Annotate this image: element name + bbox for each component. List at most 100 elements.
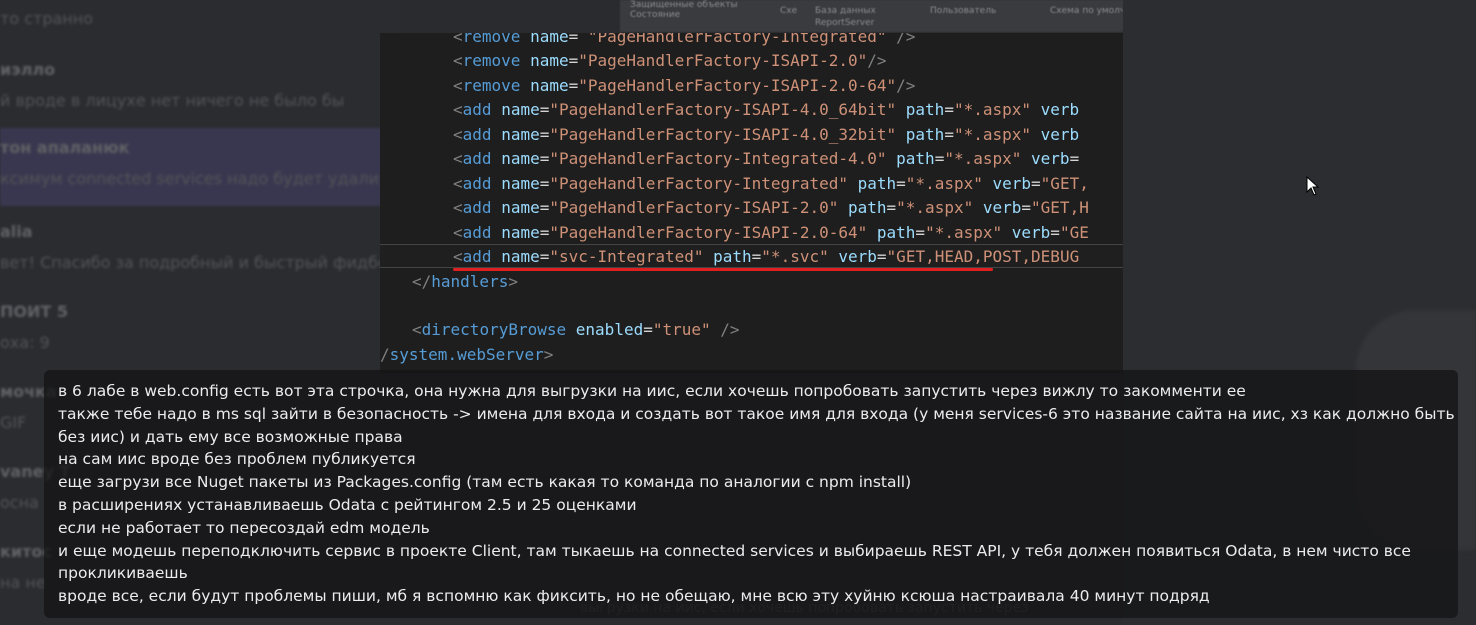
code-token: "PageHandlerFactory-ISAPI-4.0_64bit": [549, 100, 897, 119]
chat-list-item[interactable]: то странно: [0, 0, 400, 48]
code-token: />: [867, 51, 887, 70]
code-token: =: [539, 247, 550, 266]
code-token: "*.aspx": [953, 100, 1032, 119]
code-token: <: [453, 247, 463, 266]
chat-snippet: оха: 9: [0, 333, 50, 352]
chat-list-item[interactable]: тон апаланюк ксимум connected services на…: [0, 128, 400, 206]
code-token: <: [453, 51, 463, 70]
code-line: <add name="PageHandlerFactory-Integrated…: [453, 147, 1079, 171]
code-token: path: [876, 223, 916, 242]
code-token: =: [539, 174, 550, 193]
code-token: path: [847, 198, 887, 217]
code-line: <remove name= "PageHandlerFactory-Integr…: [453, 33, 915, 49]
code-token: "*.aspx": [925, 223, 1003, 242]
code-line: <add name="PageHandlerFactory-ISAPI-2.0"…: [453, 196, 1089, 220]
chat-list-item[interactable]: ПОИТ 5 оха: 9: [0, 292, 400, 370]
code-token: "PageHandlerFactory-ISAPI-2.0": [549, 198, 839, 217]
code-token: =: [1069, 149, 1080, 168]
code-token: name: [530, 76, 569, 95]
code-token: "GET,HEAD,POST,DEBUG: [886, 247, 1080, 266]
background-window-label: Защищенные объекты: [630, 0, 738, 10]
code-line: <add name="svc-Integrated" path="*.svc" …: [453, 245, 1079, 269]
code-line: <remove name="PageHandlerFactory-ISAPI-2…: [453, 49, 887, 73]
code-token: directoryBrowse: [421, 320, 567, 339]
code-token: =: [876, 247, 887, 266]
code-token: />: [710, 320, 740, 339]
background-window-strip: Защищенные объекты Состояние Схе База данны…: [620, 0, 1175, 32]
background-window-label: Пользователь: [930, 6, 997, 16]
code-token: "GET,: [1040, 174, 1089, 193]
message-text-line: в расширениях устанавливаешь Odata с рей…: [58, 496, 637, 514]
code-token: <: [412, 320, 422, 339]
code-token: =: [539, 223, 550, 242]
code-token: name: [501, 223, 540, 242]
background-window-label: База данных: [815, 6, 876, 16]
message-text-line: прокликиваешь: [58, 564, 188, 583]
chat-list-item[interactable]: alia вет! Спасибо за подробный и быстрый …: [0, 212, 400, 290]
code-token: <: [453, 76, 463, 95]
code-screenshot: <remove name= "PageHandlerFactory-Integr…: [380, 33, 1123, 373]
code-token: path: [713, 247, 752, 266]
code-token: "PageHandlerFactory-Integrated": [587, 33, 887, 46]
code-token: name: [501, 247, 540, 266]
chat-name: тон апаланюк: [0, 138, 130, 157]
code-token: "GET,H: [1031, 198, 1089, 217]
code-token: enabled: [575, 320, 644, 339]
code-token: =: [1050, 223, 1060, 242]
code-token: =: [1031, 174, 1041, 193]
code-token: "PageHandlerFactory-ISAPI-2.0-64": [578, 76, 897, 95]
code-line: <add name="PageHandlerFactory-ISAPI-4.0_…: [453, 98, 1079, 122]
code-line: <add name="PageHandlerFactory-ISAPI-2.0-…: [453, 221, 1089, 245]
code-token: name: [501, 100, 540, 119]
code-token: "*.aspx": [944, 149, 1022, 168]
code-token: verb: [1011, 223, 1051, 242]
code-token: name: [501, 174, 540, 193]
code-token: /: [380, 345, 390, 364]
chat-snippet: вет! Спасибо за подробный и быстрый фидб…: [0, 253, 388, 272]
background-window-label: Состояние: [630, 10, 681, 20]
code-token: =: [568, 76, 579, 95]
chat-snippet: GIF: [0, 413, 27, 432]
code-line: <add name="PageHandlerFactory-Integrated…: [453, 172, 1089, 196]
chat-snippet: осна: [0, 493, 39, 512]
code-token: "PageHandlerFactory-ISAPI-2.0": [578, 51, 868, 70]
code-token: =: [539, 125, 550, 144]
code-token: =: [915, 223, 926, 242]
code-token: name: [530, 51, 569, 70]
code-token: remove: [462, 76, 521, 95]
code-token: <: [453, 125, 463, 144]
code-token: =: [944, 100, 954, 119]
code-line: <add name="PageHandlerFactory-ISAPI-4.0_…: [453, 123, 1079, 147]
message-text-line: и еще модешь переподключить сервис в про…: [58, 541, 1411, 560]
code-line: <remove name="PageHandlerFactory-ISAPI-2…: [453, 74, 915, 98]
code-token: add: [462, 247, 492, 266]
chat-list-item[interactable]: иэлло й вроде в лицухе нет ничего не было…: [0, 50, 400, 128]
chat-snippet: ксимум connected services надо будет уда…: [0, 169, 398, 188]
code-token: "*.aspx": [896, 198, 974, 217]
code-token: />: [886, 33, 916, 46]
chat-name: ПОИТ 5: [0, 302, 68, 321]
code-token: "svc-Integrated": [549, 247, 704, 266]
code-token: verb: [992, 174, 1032, 193]
code-token: "PageHandlerFactory-Integrated": [549, 174, 848, 193]
code-token: =: [643, 320, 653, 339]
code-token: verb: [1040, 125, 1080, 144]
code-token: handlers: [431, 272, 509, 291]
code-token: system.webServer: [389, 345, 544, 364]
code-token: add: [462, 149, 492, 168]
message-text-line: также тебе надо в ms sql зайти в безопас…: [58, 404, 1455, 423]
chat-snippet: на не: [0, 573, 46, 592]
code-token: =: [896, 174, 906, 193]
